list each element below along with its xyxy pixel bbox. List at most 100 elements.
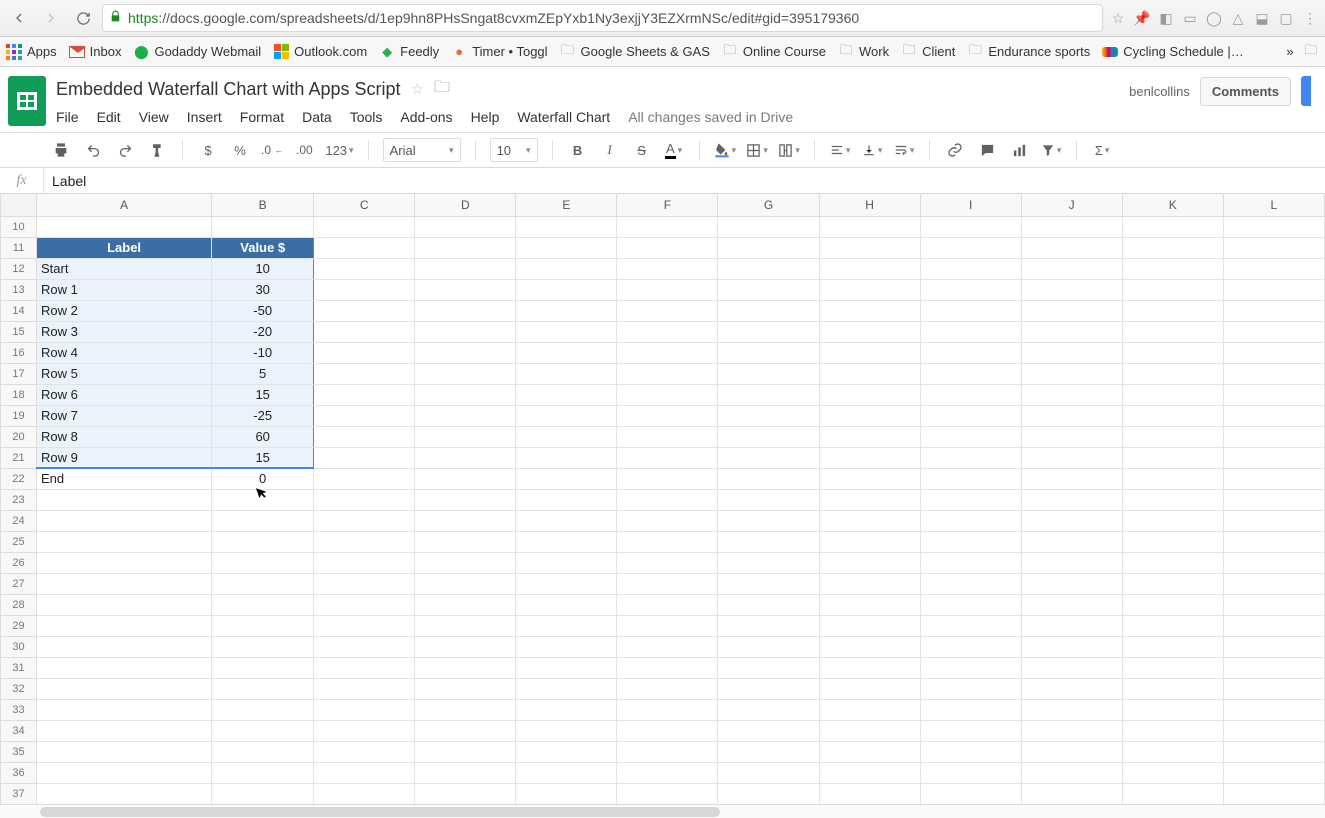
col-header-E[interactable]: E [516, 194, 617, 216]
cell-G22[interactable] [718, 468, 819, 489]
row-header-35[interactable]: 35 [1, 741, 37, 762]
cell-B12[interactable]: 10 [212, 258, 314, 279]
insert-chart-icon[interactable] [1008, 138, 1030, 162]
cell-I32[interactable] [920, 678, 1021, 699]
cell-B22[interactable]: 0 [212, 468, 314, 489]
row-header-23[interactable]: 23 [1, 489, 37, 510]
cell-C15[interactable] [314, 321, 415, 342]
row-header-16[interactable]: 16 [1, 342, 37, 363]
cell-J32[interactable] [1021, 678, 1122, 699]
strikethrough-icon[interactable]: S [631, 138, 653, 162]
cell-G10[interactable] [718, 216, 819, 237]
reload-button[interactable] [70, 5, 96, 31]
star-icon[interactable]: ☆ [411, 80, 424, 98]
cell-D19[interactable] [415, 405, 516, 426]
cell-D20[interactable] [415, 426, 516, 447]
cell-C36[interactable] [314, 762, 415, 783]
bookmark-course[interactable]: 🗀 Online Course [722, 44, 826, 60]
cell-J16[interactable] [1021, 342, 1122, 363]
cell-H22[interactable] [819, 468, 920, 489]
cell-E19[interactable] [516, 405, 617, 426]
cell-I35[interactable] [920, 741, 1021, 762]
cell-C18[interactable] [314, 384, 415, 405]
bookmark-overflow[interactable]: » 🗀 [1282, 44, 1319, 60]
cell-H31[interactable] [819, 657, 920, 678]
cell-A18[interactable]: Row 6 [37, 384, 212, 405]
cell-E21[interactable] [516, 447, 617, 468]
col-header-B[interactable]: B [212, 194, 314, 216]
cell-A29[interactable] [37, 615, 212, 636]
cell-I20[interactable] [920, 426, 1021, 447]
cell-B29[interactable] [212, 615, 314, 636]
cell-H30[interactable] [819, 636, 920, 657]
cell-C16[interactable] [314, 342, 415, 363]
cell-L31[interactable] [1223, 657, 1324, 678]
cell-L14[interactable] [1223, 300, 1324, 321]
menu-data[interactable]: Data [302, 109, 332, 125]
cell-I21[interactable] [920, 447, 1021, 468]
cell-F23[interactable] [617, 489, 718, 510]
cell-E34[interactable] [516, 720, 617, 741]
cell-D11[interactable] [415, 237, 516, 258]
decrease-decimal-icon[interactable]: .0 ← [261, 138, 283, 162]
cell-B21[interactable]: 15 [212, 447, 314, 468]
cell-H18[interactable] [819, 384, 920, 405]
cell-K19[interactable] [1122, 405, 1223, 426]
cell-L28[interactable] [1223, 594, 1324, 615]
cell-D25[interactable] [415, 531, 516, 552]
cell-K22[interactable] [1122, 468, 1223, 489]
cell-E15[interactable] [516, 321, 617, 342]
cell-K30[interactable] [1122, 636, 1223, 657]
cell-F36[interactable] [617, 762, 718, 783]
cell-K10[interactable] [1122, 216, 1223, 237]
cell-A24[interactable] [37, 510, 212, 531]
comments-button[interactable]: Comments [1200, 77, 1291, 106]
bookmark-star-icon[interactable]: ☆ [1109, 9, 1127, 27]
scrollbar-thumb[interactable] [40, 807, 720, 817]
cell-B20[interactable]: 60 [212, 426, 314, 447]
formula-input[interactable]: Label [44, 173, 1325, 189]
cell-K33[interactable] [1122, 699, 1223, 720]
cell-A19[interactable]: Row 7 [37, 405, 212, 426]
redo-icon[interactable] [114, 138, 136, 162]
cell-E17[interactable] [516, 363, 617, 384]
cell-J24[interactable] [1021, 510, 1122, 531]
row-header-17[interactable]: 17 [1, 363, 37, 384]
cell-G19[interactable] [718, 405, 819, 426]
cell-C35[interactable] [314, 741, 415, 762]
bookmark-feedly[interactable]: ◆ Feedly [379, 44, 439, 60]
cell-D37[interactable] [415, 783, 516, 804]
cell-J21[interactable] [1021, 447, 1122, 468]
row-header-27[interactable]: 27 [1, 573, 37, 594]
cell-A32[interactable] [37, 678, 212, 699]
cell-B32[interactable] [212, 678, 314, 699]
cell-K20[interactable] [1122, 426, 1223, 447]
cell-L24[interactable] [1223, 510, 1324, 531]
cell-F14[interactable] [617, 300, 718, 321]
cell-K25[interactable] [1122, 531, 1223, 552]
cell-E20[interactable] [516, 426, 617, 447]
row-header-29[interactable]: 29 [1, 615, 37, 636]
cell-D34[interactable] [415, 720, 516, 741]
select-all-corner[interactable] [1, 194, 37, 216]
row-header-31[interactable]: 31 [1, 657, 37, 678]
cell-I23[interactable] [920, 489, 1021, 510]
cell-D33[interactable] [415, 699, 516, 720]
menu-addons[interactable]: Add-ons [400, 109, 452, 125]
row-header-13[interactable]: 13 [1, 279, 37, 300]
bookmark-outlook[interactable]: Outlook.com [273, 44, 367, 60]
cell-F26[interactable] [617, 552, 718, 573]
cell-E28[interactable] [516, 594, 617, 615]
row-header-19[interactable]: 19 [1, 405, 37, 426]
cell-D29[interactable] [415, 615, 516, 636]
cell-G31[interactable] [718, 657, 819, 678]
bookmark-apps[interactable]: Apps [6, 44, 57, 60]
cell-B24[interactable] [212, 510, 314, 531]
cell-B27[interactable] [212, 573, 314, 594]
filter-icon[interactable]: ▾ [1040, 138, 1062, 162]
cell-C10[interactable] [314, 216, 415, 237]
horizontal-scrollbar[interactable] [0, 804, 1325, 818]
ext-page-icon[interactable]: ▭ [1181, 9, 1199, 27]
cell-G15[interactable] [718, 321, 819, 342]
cell-C34[interactable] [314, 720, 415, 741]
